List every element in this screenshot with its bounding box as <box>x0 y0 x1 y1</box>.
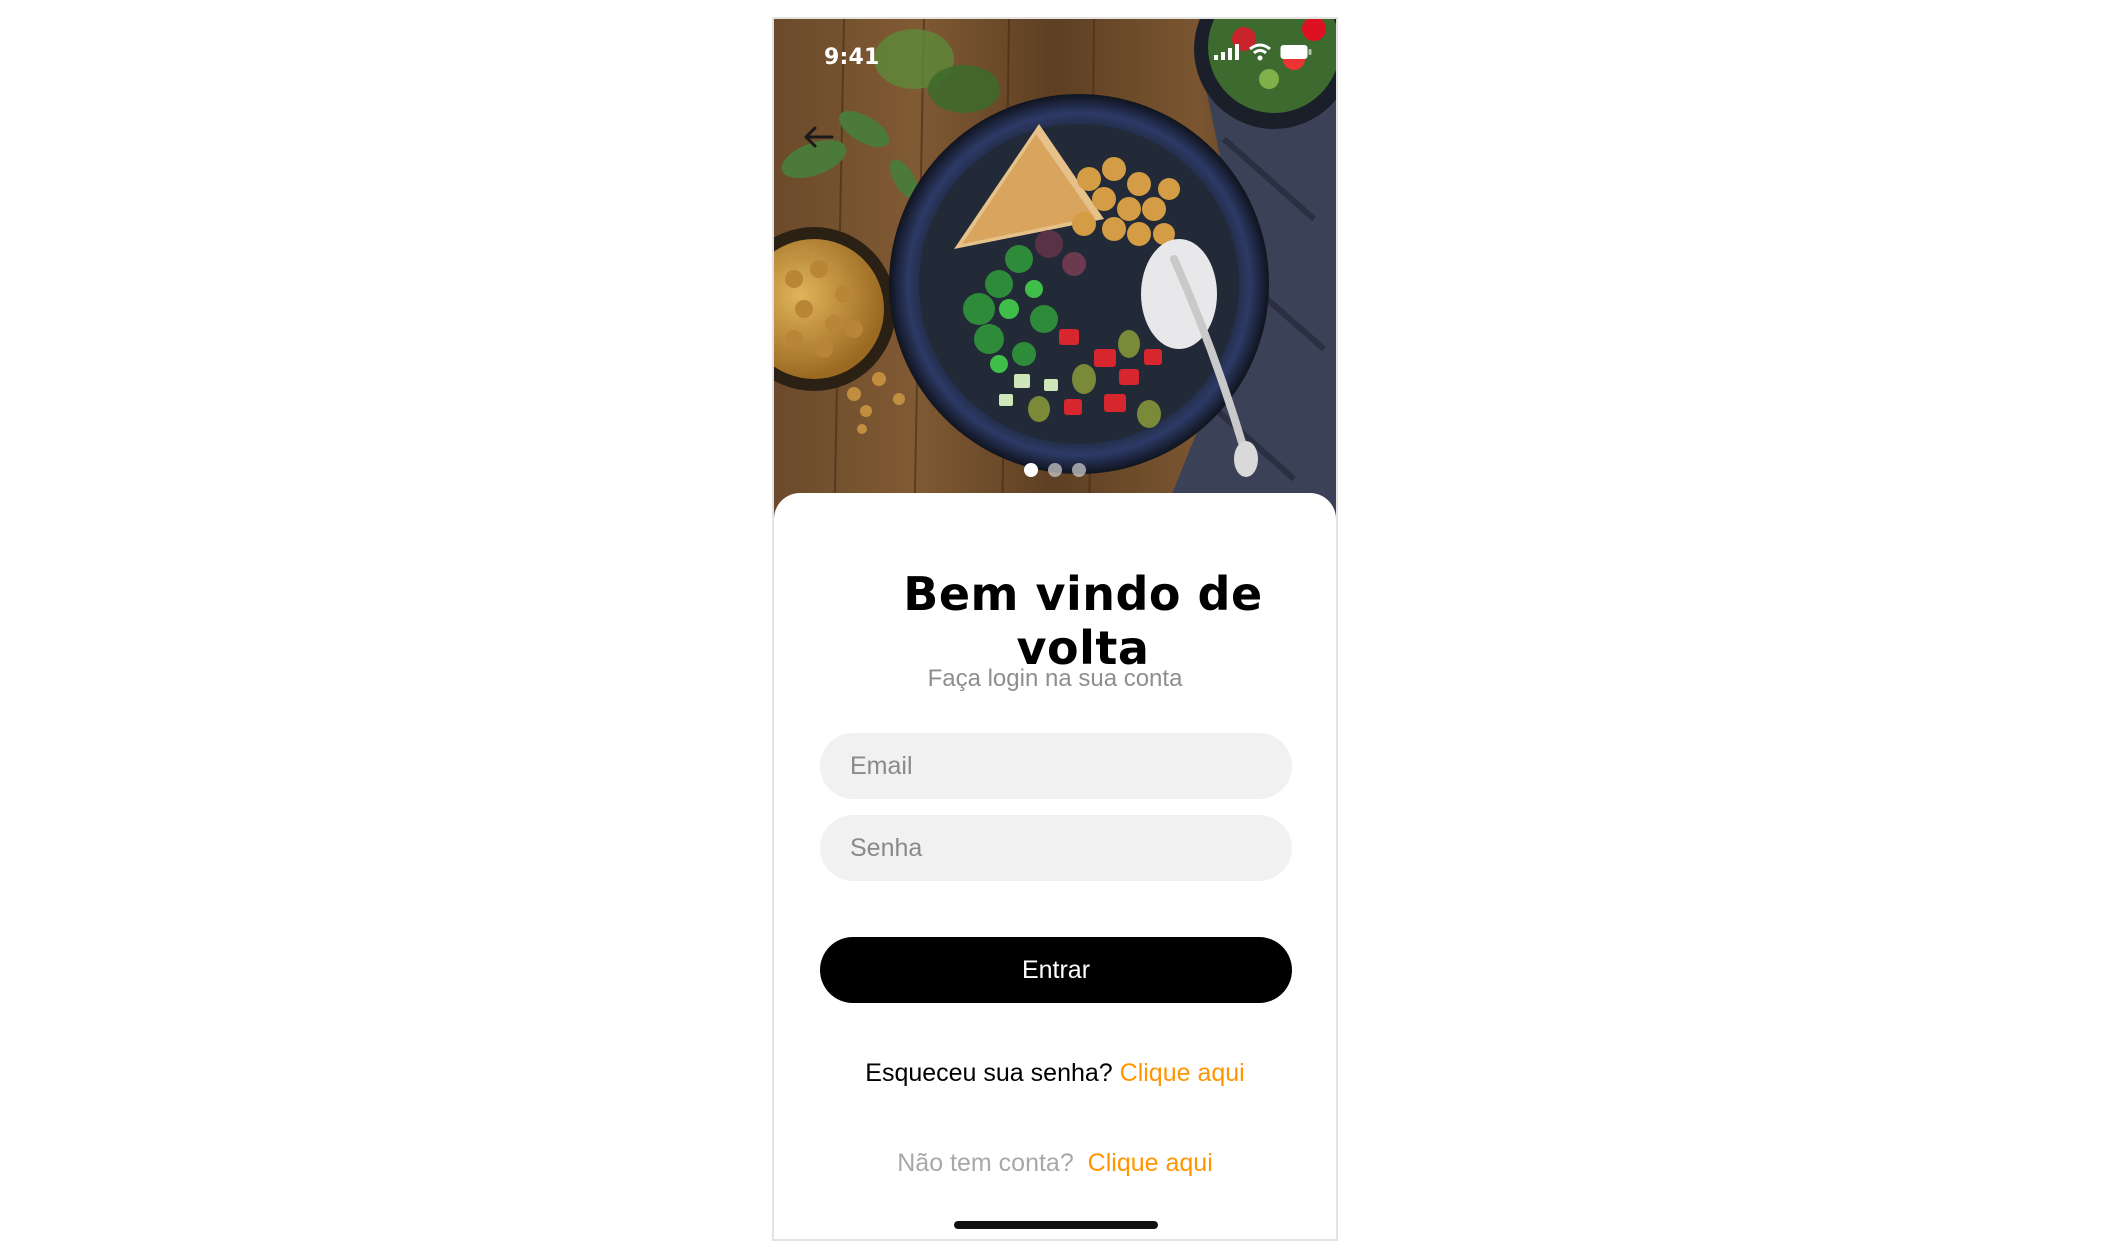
back-button[interactable] <box>796 115 840 159</box>
home-indicator <box>954 1221 1158 1229</box>
food-hero-image: 9:41 <box>774 19 1336 539</box>
login-card: Bem vindo de volta Faça login na sua con… <box>774 493 1336 1239</box>
status-icons <box>1214 43 1312 61</box>
carousel-dots <box>1024 463 1086 477</box>
arrow-left-icon <box>804 126 834 148</box>
signup-row: Não tem conta? Clique aqui <box>774 1149 1336 1178</box>
carousel-dot-2[interactable] <box>1048 463 1062 477</box>
status-time: 9:41 <box>824 45 880 70</box>
login-button[interactable]: Entrar <box>820 937 1292 1003</box>
cellular-signal-icon <box>1214 44 1239 60</box>
carousel-dot-1[interactable] <box>1024 463 1038 477</box>
page-subtitle: Faça login na sua conta <box>927 665 1183 692</box>
signup-link[interactable]: Clique aqui <box>1088 1149 1213 1177</box>
phone-frame: 9:41 Bem vindo de volta Faça login na su… <box>772 17 1338 1241</box>
carousel-dot-3[interactable] <box>1072 463 1086 477</box>
password-field[interactable] <box>820 815 1292 881</box>
forgot-password-link[interactable]: Clique aqui <box>1120 1059 1245 1087</box>
battery-icon <box>1280 45 1312 59</box>
wifi-icon <box>1249 43 1271 61</box>
page-title: Bem vindo de volta <box>903 567 1263 675</box>
forgot-password-row: Esqueceu sua senha? Clique aqui <box>774 1059 1336 1088</box>
signup-text: Não tem conta? <box>897 1149 1074 1177</box>
email-field[interactable] <box>820 733 1292 799</box>
status-bar: 9:41 <box>774 19 1336 89</box>
forgot-password-text: Esqueceu sua senha? <box>865 1059 1113 1087</box>
